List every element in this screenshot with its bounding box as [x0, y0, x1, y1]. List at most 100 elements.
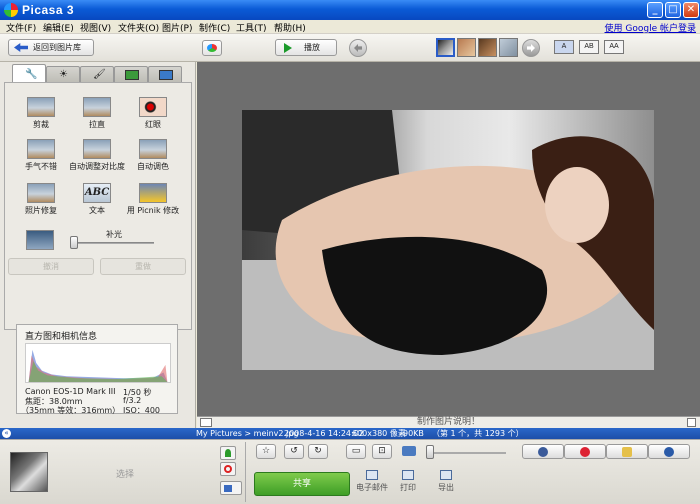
undo-button[interactable]: 撤消 — [8, 258, 94, 275]
close-button[interactable]: ✕ — [683, 2, 699, 18]
auto-contrast-tool[interactable]: 自动调整对比度 — [69, 139, 125, 172]
retouch-tool[interactable]: 照片修复 — [13, 183, 69, 216]
crop-label: 剪裁 — [33, 120, 49, 129]
star-button[interactable]: ☆ — [256, 444, 276, 459]
straighten-tool[interactable]: 拉直 — [69, 97, 125, 130]
hold-pin-button[interactable] — [220, 446, 236, 460]
tray-select-label: 选择 — [116, 470, 135, 480]
export-label: 导出 — [438, 483, 454, 492]
tag-button[interactable] — [606, 444, 648, 459]
tag-icon — [622, 447, 632, 457]
fill-light-slider-track[interactable] — [72, 242, 154, 244]
zoom-slider-thumb[interactable] — [426, 445, 434, 459]
geotag-button[interactable] — [564, 444, 606, 459]
caption-placeholder: 制作图片说明！ — [416, 417, 480, 427]
caption-mode-aa[interactable]: AA — [604, 40, 624, 54]
menu-view[interactable]: 视图(V) — [80, 21, 111, 34]
rotate-right-button[interactable]: ↻ — [308, 444, 328, 459]
menu-folder[interactable]: 文件夹(O) — [118, 21, 159, 34]
redeye-label: 红眼 — [145, 120, 161, 129]
straighten-label: 拉直 — [89, 120, 105, 129]
share-button[interactable]: 共享 — [254, 472, 350, 496]
next-photo-button[interactable] — [522, 39, 540, 57]
print-label: 打印 — [400, 483, 416, 492]
filmstrip-thumb-4[interactable] — [499, 38, 518, 57]
photo-illustration — [242, 110, 654, 370]
crop-tool[interactable]: 剪裁 — [13, 97, 69, 130]
status-bar: « My Pictures > meinv2.jpg 2008-4-16 14:… — [0, 428, 700, 439]
collapse-chevron-icon[interactable]: « — [2, 429, 11, 438]
histogram-graph — [25, 343, 171, 383]
menu-edit[interactable]: 编辑(E) — [43, 21, 74, 34]
text-tool[interactable]: ABC 文本 — [69, 183, 125, 216]
straighten-icon — [83, 97, 111, 117]
edit-tabs: 🔧 ☀ 🖌 — [4, 64, 192, 82]
filmstrip-thumb-2[interactable] — [457, 38, 476, 57]
feeling-lucky-icon — [27, 139, 55, 159]
back-to-library-button[interactable]: 返回到图片库 — [8, 39, 94, 56]
clear-tray-button[interactable] — [220, 462, 236, 476]
red-eye-icon — [139, 97, 167, 117]
menu-create[interactable]: 制作(C) — [199, 21, 230, 34]
focal-equivalent: （35mm 等效：316mm） — [21, 406, 121, 415]
tab-tuning[interactable]: ☀ — [46, 66, 80, 82]
minimize-button[interactable]: _ — [647, 2, 663, 18]
filmstrip-thumb-3[interactable] — [478, 38, 497, 57]
filmstrip-thumb-1[interactable] — [436, 38, 455, 57]
status-filesize: 90KB — [403, 429, 424, 438]
redo-button[interactable]: 重做 — [100, 258, 186, 275]
album-icon — [224, 485, 232, 492]
menu-tools[interactable]: 工具(T) — [236, 21, 267, 34]
print-button[interactable]: 打印 — [388, 470, 428, 493]
play-label: 播放 — [304, 43, 320, 52]
tray-thumbnail[interactable] — [10, 452, 48, 492]
maximize-button[interactable]: □ — [665, 2, 681, 18]
color-tag-button[interactable] — [202, 40, 222, 56]
menu-help[interactable]: 帮助(H) — [274, 21, 306, 34]
export-button[interactable]: 导出 — [426, 470, 466, 493]
rotate-left-button[interactable]: ↺ — [284, 444, 304, 459]
info-button[interactable] — [648, 444, 690, 459]
caption-checkbox[interactable] — [687, 418, 696, 427]
actual-size-button[interactable]: ⊡ — [372, 444, 392, 459]
people-button[interactable] — [522, 444, 564, 459]
tab-effects-3[interactable] — [148, 66, 182, 82]
caption-mode-a[interactable]: A — [554, 40, 574, 54]
auto-color-tool[interactable]: 自动调色 — [125, 139, 181, 172]
export-folder-icon — [440, 470, 452, 480]
tab-basic-fixes[interactable]: 🔧 — [12, 64, 46, 82]
back-to-library-label: 返回到图片库 — [33, 43, 81, 52]
toolbar: 返回到图片库 播放 A AB AA — [0, 34, 700, 62]
tray-divider — [245, 442, 246, 502]
histogram-title: 直方图和相机信息 — [25, 332, 98, 342]
tab-effects-2[interactable] — [114, 66, 148, 82]
play-button[interactable]: 播放 — [275, 39, 337, 56]
picnik-tool[interactable]: 用 Picnik 修改 — [125, 183, 181, 216]
auto-contrast-icon — [83, 139, 111, 159]
picnik-icon — [139, 183, 167, 203]
redeye-tool[interactable]: 红眼 — [125, 97, 181, 130]
menu-file[interactable]: 文件(F) — [6, 21, 36, 34]
zoom-slider-track[interactable] — [432, 452, 506, 454]
email-button[interactable]: 电子邮件 — [352, 470, 392, 493]
color-wheel-icon — [207, 44, 217, 52]
tab-effects[interactable]: 🖌 — [80, 66, 114, 82]
fill-light-label: 补光 — [106, 230, 122, 239]
green-pin-icon — [225, 449, 231, 457]
fill-light-slider-thumb[interactable] — [70, 236, 78, 249]
previous-photo-button[interactable] — [349, 39, 367, 57]
google-signin-link[interactable]: 使用 Google 帐户登录 — [605, 21, 696, 34]
caption-mode-ab[interactable]: AB — [579, 40, 599, 54]
window-title: Picasa 3 — [22, 3, 75, 17]
menu-bar: 文件(F) 编辑(E) 视图(V) 文件夹(O) 图片(P) 制作(C) 工具(… — [0, 20, 700, 34]
blue-brush-icon — [159, 70, 173, 80]
auto-color-label: 自动调色 — [137, 162, 169, 171]
back-arrow-icon — [14, 43, 28, 52]
fit-view-button[interactable]: ▭ — [346, 444, 366, 459]
feeling-lucky-tool[interactable]: 手气不错 — [13, 139, 69, 172]
album-dropdown-button[interactable] — [220, 481, 242, 495]
caption-bar[interactable]: 制作图片说明！ — [197, 416, 700, 428]
menu-picture[interactable]: 图片(P) — [162, 21, 192, 34]
green-brush-icon — [125, 70, 139, 80]
photo-preview[interactable] — [242, 110, 654, 370]
